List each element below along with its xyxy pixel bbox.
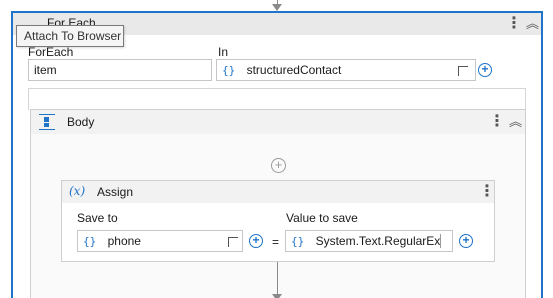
sequence-icon xyxy=(39,114,55,130)
body-container[interactable]: Body ⋮ ︽ + (x) Assign ⋮ Save to {} phone… xyxy=(30,109,526,298)
in-label: In xyxy=(218,45,229,59)
value-to-save-value: System.Text.RegularEx xyxy=(315,234,441,248)
foreach-collapse-icon[interactable]: ︽ xyxy=(526,17,539,30)
body-add-activity-icon[interactable]: + xyxy=(271,158,286,173)
assign-menu-icon[interactable]: ⋮ xyxy=(479,184,495,200)
assign-equals: = xyxy=(272,235,280,249)
bottom-connector-line xyxy=(277,262,278,296)
body-title: Body xyxy=(67,115,95,129)
body-menu-icon[interactable]: ⋮ xyxy=(489,114,505,130)
assign-activity[interactable]: (x) Assign ⋮ Save to {} phone + = Value … xyxy=(61,180,495,262)
save-to-add-icon[interactable]: + xyxy=(249,234,263,248)
value-curly-icon: {} xyxy=(291,235,305,248)
save-to-input[interactable]: {} phone xyxy=(77,230,243,252)
foreach-item-input[interactable]: item xyxy=(28,59,212,81)
foreach-item-value: item xyxy=(34,63,57,77)
in-expression-input[interactable]: {} structuredContact xyxy=(216,59,476,81)
value-to-save-label: Value to save xyxy=(286,211,358,225)
foreach-label: ForEach xyxy=(28,45,74,59)
body-collapse-icon[interactable]: ︽ xyxy=(509,115,522,128)
foreach-menu-icon[interactable]: ⋮ xyxy=(506,16,522,32)
body-header[interactable]: Body ⋮ ︽ xyxy=(31,110,525,134)
save-to-expand-icon[interactable] xyxy=(228,237,238,247)
in-add-icon[interactable]: + xyxy=(478,63,492,77)
foreach-separator xyxy=(28,88,526,110)
value-to-save-input[interactable]: {} System.Text.RegularEx xyxy=(285,230,453,252)
value-add-icon[interactable]: + xyxy=(459,234,473,248)
in-expression-value: structuredContact xyxy=(246,63,342,77)
assign-variable-icon: (x) xyxy=(69,184,86,198)
in-curly-icon: {} xyxy=(222,64,236,77)
top-connector-arrow xyxy=(272,4,282,11)
assign-title: Assign xyxy=(97,185,134,199)
foreach-activity[interactable]: For Each ⋮ ︽ ForEach item In {} structur… xyxy=(11,11,543,298)
in-expand-icon[interactable] xyxy=(458,66,468,76)
save-to-curly-icon: {} xyxy=(83,235,97,248)
save-to-label: Save to xyxy=(77,211,118,225)
save-to-value: phone xyxy=(107,234,141,248)
bottom-connector-arrow xyxy=(272,294,282,298)
value-expand-icon[interactable] xyxy=(440,234,441,248)
assign-header[interactable]: (x) Assign ⋮ xyxy=(62,181,495,203)
attach-to-browser-tooltip: Attach To Browser xyxy=(16,25,124,47)
